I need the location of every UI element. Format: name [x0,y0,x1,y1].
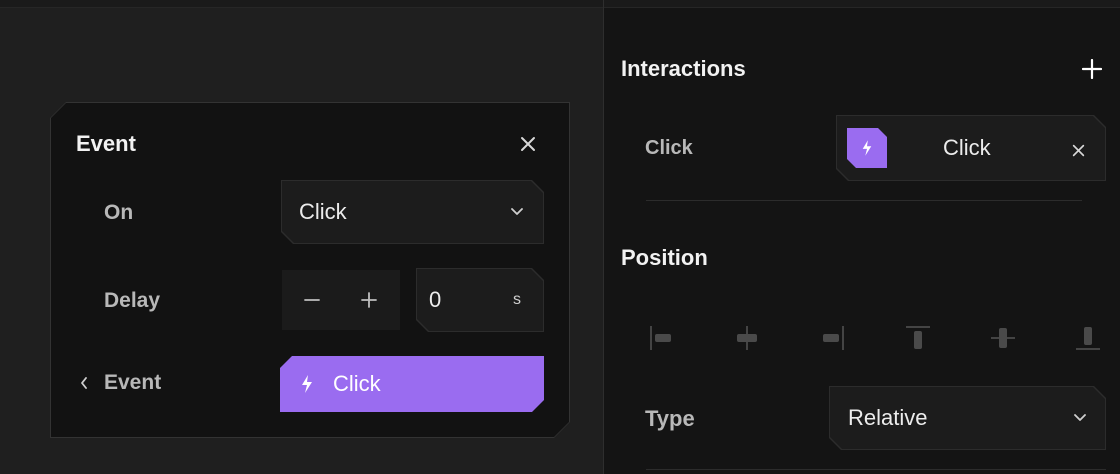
event-click-button[interactable] [280,356,544,412]
interaction-item-label: Click [943,135,991,160]
interactions-title: Interactions [621,56,746,81]
lightning-icon [857,137,877,159]
align-center-h-icon[interactable] [731,322,763,354]
event-popup-title: Event [76,131,136,156]
event-click-label: Click [333,371,381,396]
align-center-v-icon[interactable] [987,322,1019,354]
type-label: Type [645,406,695,431]
type-select-value: Relative [848,405,928,430]
chevron-left-icon[interactable] [76,375,92,391]
align-bottom-icon[interactable] [1072,322,1104,354]
align-right-icon[interactable] [816,322,848,354]
interaction-trigger-label: Click [645,137,693,159]
top-bar [0,0,1120,8]
lightning-icon [296,372,318,396]
on-label: On [104,201,134,224]
event-label: Event [104,371,162,394]
position-title: Position [621,245,708,270]
plus-icon[interactable] [357,288,381,312]
chevron-down-icon [508,203,526,221]
align-left-icon[interactable] [646,322,678,354]
align-top-icon[interactable] [902,322,934,354]
delay-label: Delay [104,289,161,312]
close-icon[interactable] [1068,140,1088,160]
delay-unit: s [513,291,521,308]
section-divider [646,200,1082,201]
add-icon[interactable] [1079,56,1105,82]
section-divider-bottom [646,469,1106,470]
delay-input-value: 0 [429,287,442,312]
on-select-value: Click [299,199,347,224]
close-icon[interactable] [515,131,541,157]
chevron-down-icon [1071,409,1089,427]
minus-icon[interactable] [300,290,324,310]
